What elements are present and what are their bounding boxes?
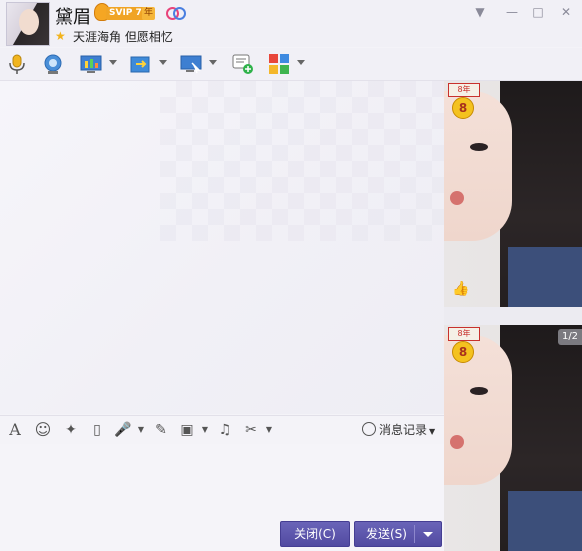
contact-photo-bottom: 8年 8	[444, 325, 582, 551]
background-pattern	[160, 81, 444, 241]
music-icon[interactable]: ♫	[216, 421, 234, 439]
video-call-button[interactable]	[42, 51, 66, 77]
clock-icon	[362, 422, 376, 436]
history-label: 消息记录	[379, 423, 428, 437]
chevron-down-icon[interactable]	[159, 60, 167, 65]
chevron-down-icon[interactable]	[297, 60, 305, 65]
voice-message-icon[interactable]: 🎤	[114, 421, 132, 439]
screen-share-icon	[180, 55, 202, 74]
star-icon: ★	[55, 29, 66, 43]
vip-badge[interactable]: SVIP 7 年	[94, 3, 158, 21]
send-button[interactable]: 发送(S)	[354, 521, 442, 547]
chevron-down-icon: ▼	[429, 427, 436, 436]
chevron-down-icon[interactable]	[209, 60, 217, 65]
voice-call-icon	[9, 54, 25, 74]
chevron-down-icon[interactable]: ▼	[260, 421, 278, 439]
signature-text: 天涯海角 但愿相忆	[73, 30, 173, 44]
chevron-down-icon[interactable]	[423, 532, 433, 537]
contact-show-panel: 8年 8 👍 8年 8	[444, 81, 582, 551]
dropdown-icon[interactable]: ▼	[470, 4, 490, 20]
create-discussion-icon	[232, 54, 253, 74]
emoji-icon[interactable]: ☺	[34, 421, 52, 439]
remote-desktop-button[interactable]	[80, 51, 120, 77]
edit-icon[interactable]: ✎	[152, 421, 170, 439]
page-indicator: 1/2	[558, 329, 582, 345]
chevron-down-icon[interactable]: ▼	[132, 421, 150, 439]
eight-year-badge[interactable]: 8年 8	[446, 325, 482, 365]
window-shake-icon[interactable]: ▯	[88, 421, 106, 439]
send-file-button[interactable]	[130, 51, 170, 77]
chat-toolbar	[0, 48, 582, 81]
avatar-face	[19, 9, 39, 35]
screen-share-button[interactable]	[180, 51, 220, 77]
vip-level: SVIP 7	[106, 7, 145, 20]
photo-jacket	[508, 247, 582, 307]
message-area[interactable]	[0, 81, 444, 414]
eight-year-badge[interactable]: 8年 8	[446, 81, 482, 121]
send-separator	[414, 525, 415, 543]
image-icon[interactable]: ▣	[178, 421, 196, 439]
chevron-down-icon[interactable]	[109, 60, 117, 65]
send-file-icon	[130, 56, 150, 73]
avatar[interactable]	[6, 2, 50, 46]
chat-header: 黛眉 SVIP 7 年 ★ 天涯海角 但愿相忆 ▼ — □ ✕	[0, 0, 582, 47]
video-call-icon	[44, 54, 62, 74]
remote-desktop-icon	[80, 55, 102, 73]
app-grid-icon	[269, 54, 289, 74]
minimize-button[interactable]: —	[502, 4, 522, 20]
contact-name[interactable]: 黛眉	[55, 3, 91, 29]
screenshot-icon[interactable]: ✂	[242, 421, 260, 439]
maximize-button[interactable]: □	[528, 4, 548, 20]
send-label: 发送(S)	[366, 527, 407, 541]
voice-call-button[interactable]	[6, 51, 30, 77]
format-toolbar: A ☺ ✦ ▯ 🎤 ▼ ✎ ▣ ▼ ♫ ✂ ▼ 消息记录 ▼	[0, 415, 444, 444]
chevron-down-icon[interactable]: ▼	[196, 421, 214, 439]
font-icon[interactable]: A	[6, 421, 24, 439]
app-grid-button[interactable]	[268, 51, 308, 77]
vip-year: 年	[142, 7, 155, 20]
contact-photo-top: 8年 8 👍	[444, 81, 582, 307]
thumbs-up-icon[interactable]: 👍	[452, 281, 470, 299]
message-history-button[interactable]: 消息记录 ▼	[362, 421, 435, 439]
close-window-button[interactable]: ✕	[556, 4, 576, 20]
magic-expression-icon[interactable]: ✦	[62, 421, 80, 439]
create-discussion-button[interactable]	[232, 51, 256, 77]
close-button[interactable]: 关闭(C)	[280, 521, 350, 547]
qq-couple-icon[interactable]	[166, 7, 186, 20]
